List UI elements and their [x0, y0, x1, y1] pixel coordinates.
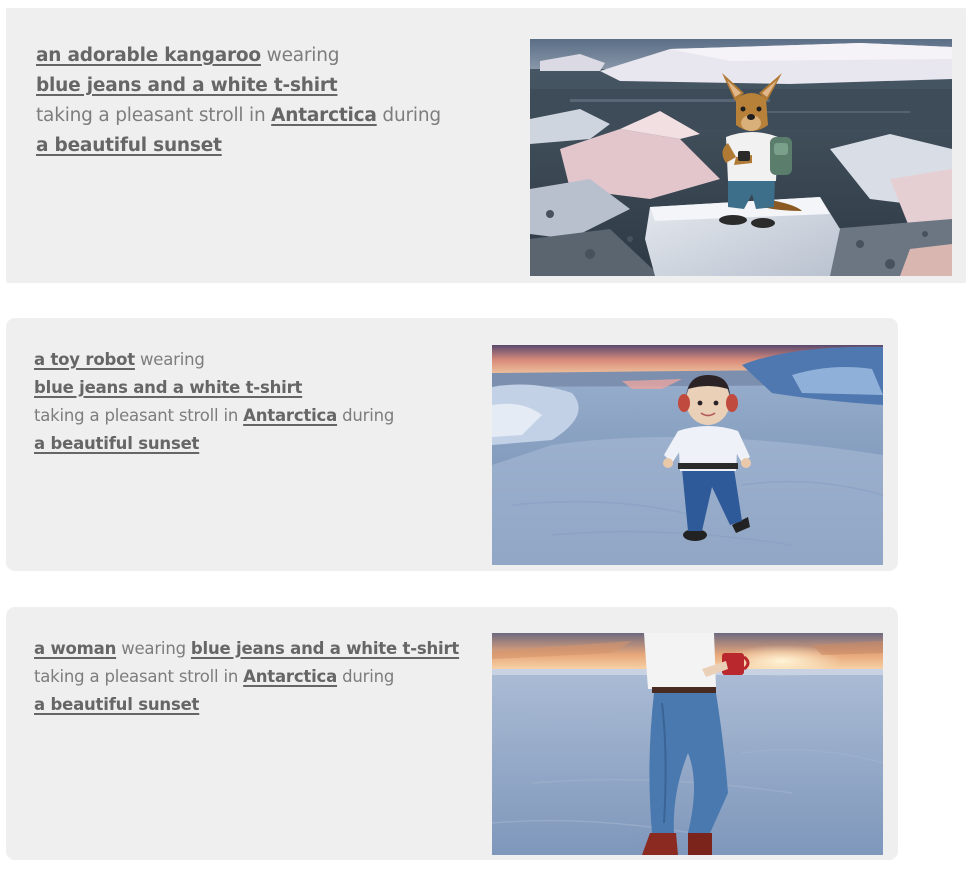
place-keyword[interactable]: Antarctica [271, 105, 377, 126]
wearing-text: wearing [266, 45, 340, 66]
prompt-card-woman: a woman wearing blue jeans and a white t… [6, 607, 898, 860]
during-text: during [342, 667, 395, 686]
time-keyword[interactable]: a beautiful sunset [34, 695, 199, 714]
place-keyword[interactable]: Antarctica [243, 406, 337, 425]
wearing-text: wearing [121, 639, 186, 658]
wearing-text: wearing [139, 350, 205, 369]
toy-robot-on-snow-image [492, 345, 883, 565]
prompt-text: a toy robot wearing blue jeans and a whi… [34, 346, 494, 458]
stroll-text: taking a pleasant stroll in [34, 406, 239, 425]
prompt-text: a woman wearing blue jeans and a white t… [34, 635, 494, 719]
outfit-keyword[interactable]: blue jeans and a white t-shirt [191, 639, 459, 658]
outfit-keyword[interactable]: blue jeans and a white t-shirt [36, 75, 338, 96]
prompt-text: an adorable kangaroo wearing blue jeans … [36, 41, 506, 161]
subject-keyword[interactable]: a woman [34, 639, 116, 658]
during-text: during [342, 406, 395, 425]
place-keyword[interactable]: Antarctica [243, 667, 337, 686]
stroll-text: taking a pleasant stroll in [34, 667, 239, 686]
kangaroo-on-ice-image [530, 39, 952, 276]
time-keyword[interactable]: a beautiful sunset [36, 135, 222, 156]
prompt-card-toy-robot: a toy robot wearing blue jeans and a whi… [6, 318, 898, 571]
stroll-text: taking a pleasant stroll in [36, 105, 266, 126]
during-text: during [382, 105, 441, 126]
time-keyword[interactable]: a beautiful sunset [34, 434, 199, 453]
woman-walking-on-snow-image [492, 633, 883, 855]
prompt-card-kangaroo: an adorable kangaroo wearing blue jeans … [6, 8, 966, 283]
subject-keyword[interactable]: an adorable kangaroo [36, 45, 261, 66]
outfit-keyword[interactable]: blue jeans and a white t-shirt [34, 378, 302, 397]
subject-keyword[interactable]: a toy robot [34, 350, 135, 369]
